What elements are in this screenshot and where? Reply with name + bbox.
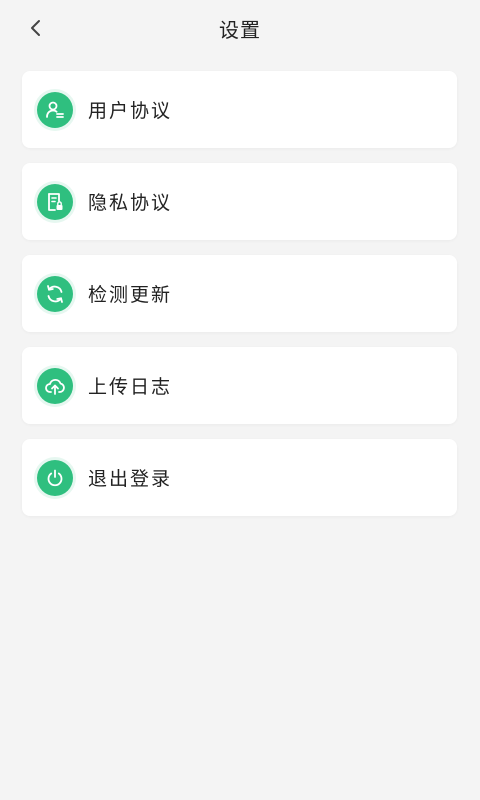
page-title: 设置 — [219, 18, 261, 42]
power-icon — [37, 459, 73, 496]
user-icon — [37, 91, 73, 128]
menu-item-user-agreement[interactable]: 用户协议 — [22, 71, 457, 148]
settings-menu: 用户协议 隐私协议 检测更新 上传日志 退出登录 — [22, 71, 457, 531]
menu-item-label: 上传日志 — [88, 376, 173, 398]
menu-item-privacy-agreement[interactable]: 隐私协议 — [22, 163, 457, 240]
menu-item-upload-log[interactable]: 上传日志 — [22, 347, 457, 424]
cloud-upload-icon — [37, 367, 73, 404]
document-lock-icon — [37, 183, 73, 220]
header: 设置 — [0, 0, 480, 56]
menu-item-check-update[interactable]: 检测更新 — [22, 255, 457, 332]
refresh-icon — [37, 275, 73, 312]
menu-item-label: 隐私协议 — [88, 192, 173, 214]
menu-item-label: 检测更新 — [88, 284, 173, 306]
menu-item-logout[interactable]: 退出登录 — [22, 439, 457, 516]
menu-item-label: 退出登录 — [88, 468, 173, 490]
menu-item-label: 用户协议 — [88, 100, 173, 122]
